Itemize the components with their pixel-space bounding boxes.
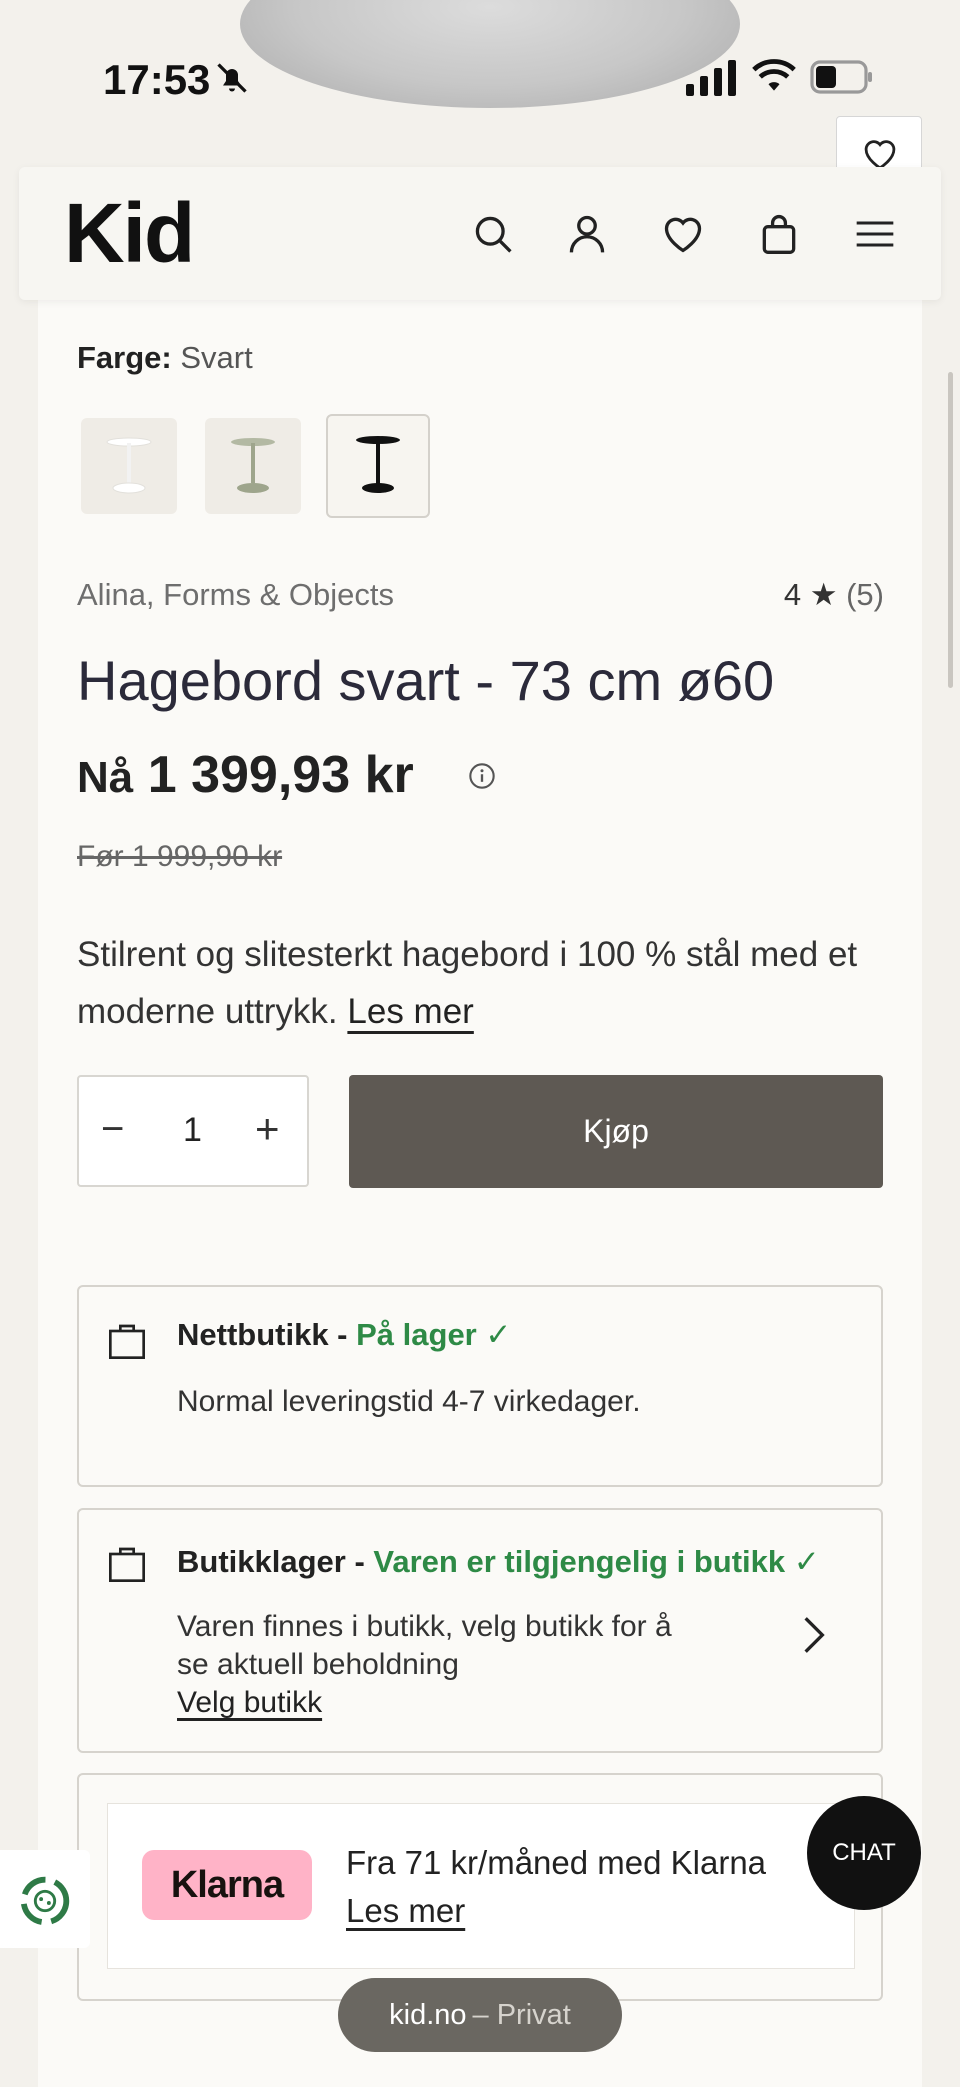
site-header: Kid bbox=[19, 167, 941, 300]
star-icon: ★ bbox=[809, 577, 838, 612]
account-icon[interactable] bbox=[565, 212, 609, 256]
price-prefix: Nå bbox=[77, 753, 134, 802]
store-stock-title: Butikklager - Varen er tilgjengelig i bu… bbox=[177, 1544, 820, 1580]
buy-button[interactable]: Kjøp bbox=[349, 1075, 883, 1188]
chevron-right-icon[interactable] bbox=[799, 1615, 829, 1655]
signal-icon bbox=[686, 60, 736, 96]
delivery-time-text: Normal leveringstid 4-7 virkedager. bbox=[177, 1385, 641, 1418]
chat-button[interactable]: CHAT bbox=[807, 1796, 921, 1910]
color-label: Farge: bbox=[77, 340, 172, 375]
product-price: Nå 1 399,93 kr bbox=[77, 745, 414, 805]
swatch-black-selected[interactable] bbox=[326, 414, 430, 518]
store-text-line-1: Varen finnes i butikk, velg butikk for å bbox=[177, 1610, 672, 1643]
url-domain: kid.no bbox=[389, 1998, 467, 2031]
increase-quantity-button[interactable]: + bbox=[255, 1105, 280, 1153]
store-label: Butikklager - bbox=[177, 1544, 365, 1579]
quantity-stepper: − 1 + bbox=[77, 1075, 309, 1187]
table-thumbnail-green bbox=[231, 438, 275, 493]
battery-icon bbox=[810, 60, 872, 94]
heart-icon[interactable] bbox=[661, 212, 705, 256]
wifi-icon bbox=[752, 59, 796, 91]
store-stock-box[interactable]: Butikklager - Varen er tilgjengelig i bu… bbox=[77, 1508, 883, 1753]
decrease-quantity-button[interactable]: − bbox=[101, 1107, 124, 1152]
product-image-top bbox=[240, 0, 740, 108]
heart-icon bbox=[864, 140, 896, 170]
swatch-green[interactable] bbox=[205, 418, 301, 514]
browser-url-pill[interactable]: kid.no – Privat bbox=[338, 1978, 622, 2052]
store-text-line-2: se aktuell beholdning bbox=[177, 1648, 459, 1681]
status-time: 17:53 bbox=[103, 56, 211, 103]
online-status: På lager ✓ bbox=[356, 1317, 512, 1352]
recycle-icon bbox=[20, 1876, 70, 1926]
klarna-box: Klarna Fra 71 kr/måned med Klarna Les me… bbox=[77, 1773, 883, 2001]
table-thumbnail-white bbox=[106, 437, 152, 494]
bell-muted-icon bbox=[217, 63, 247, 93]
product-brand[interactable]: Alina, Forms & Objects bbox=[77, 577, 394, 613]
store-status: Varen er tilgjengelig i butikk ✓ bbox=[373, 1544, 820, 1579]
menu-icon[interactable] bbox=[853, 212, 897, 256]
rating-count: (5) bbox=[846, 577, 884, 612]
quantity-value[interactable]: 1 bbox=[183, 1111, 202, 1150]
recycle-badge[interactable] bbox=[0, 1850, 90, 1948]
shopping-bag-icon[interactable] bbox=[757, 212, 801, 256]
read-more-link[interactable]: Les mer bbox=[347, 992, 473, 1031]
search-icon[interactable] bbox=[471, 212, 515, 256]
klarna-text: Fra 71 kr/måned med Klarna bbox=[346, 1844, 767, 1881]
status-bar: 17:53 bbox=[0, 0, 960, 150]
url-mode: – Privat bbox=[472, 1998, 571, 2031]
product-rating[interactable]: 4 ★ (5) bbox=[784, 577, 884, 613]
product-description: Stilrent og slitesterkt hagebord i 100 %… bbox=[77, 926, 897, 1040]
shopping-bag-icon bbox=[109, 1324, 145, 1359]
klarna-logo: Klarna bbox=[142, 1850, 312, 1920]
price-now: 1 399,93 kr bbox=[147, 746, 414, 804]
online-label: Nettbutikk - bbox=[177, 1317, 348, 1352]
info-icon[interactable] bbox=[468, 762, 496, 790]
online-stock-box: Nettbutikk - På lager ✓ Normal leverings… bbox=[77, 1285, 883, 1487]
swatch-white[interactable] bbox=[81, 418, 177, 514]
price-before: Før 1 999,90 kr bbox=[77, 840, 283, 873]
color-label-row: Farge: Svart bbox=[77, 340, 253, 376]
product-title: Hagebord svart - 73 cm ø60 bbox=[77, 649, 775, 712]
kid-logo[interactable]: Kid bbox=[64, 185, 195, 282]
shopping-bag-icon bbox=[109, 1547, 145, 1582]
klarna-banner[interactable]: Klarna Fra 71 kr/måned med Klarna Les me… bbox=[107, 1803, 855, 1969]
klarna-read-more-link[interactable]: Les mer bbox=[346, 1892, 465, 1930]
rating-value: 4 bbox=[783, 577, 802, 612]
table-thumbnail-black bbox=[356, 436, 400, 493]
choose-store-link[interactable]: Velg butikk bbox=[177, 1686, 322, 1720]
online-stock-title: Nettbutikk - På lager ✓ bbox=[177, 1317, 511, 1353]
scrollbar[interactable] bbox=[948, 372, 953, 688]
color-value: Svart bbox=[180, 340, 253, 375]
